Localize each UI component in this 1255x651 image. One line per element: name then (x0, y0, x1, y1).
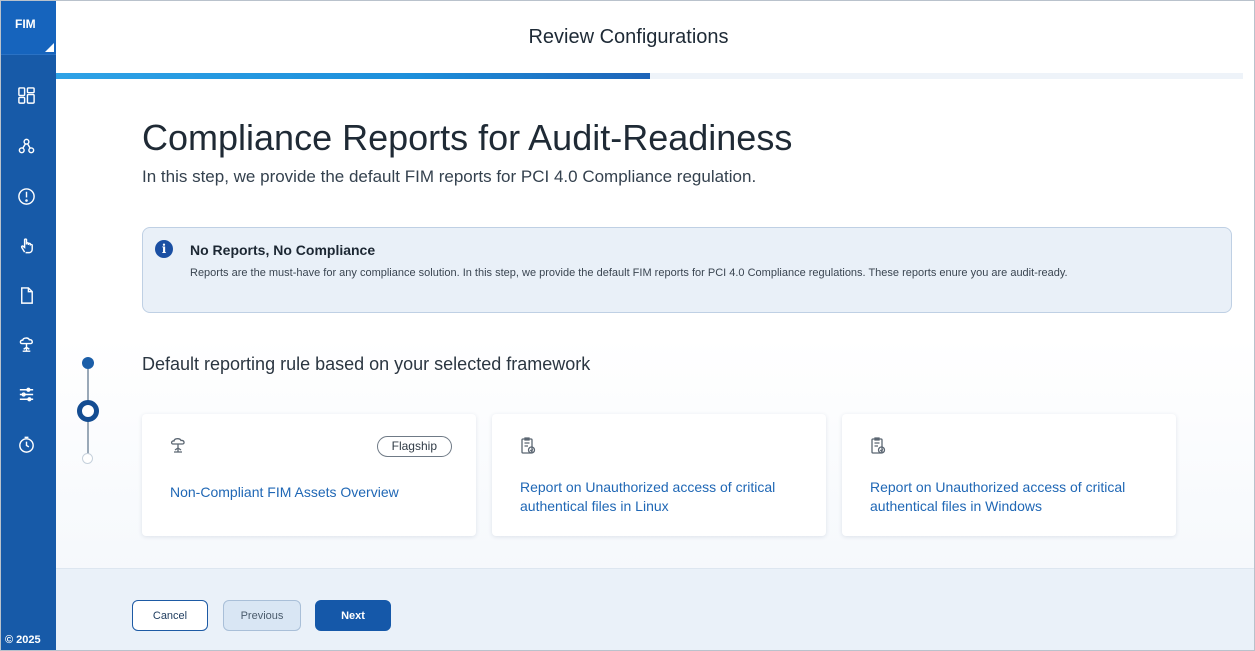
report-card-assets-overview[interactable]: Flagship Non-Compliant FIM Assets Overvi… (142, 414, 476, 536)
app-window: FIM © 2025 Review Configurations Complia… (0, 0, 1255, 651)
brand-logo[interactable]: FIM (1, 1, 56, 55)
touch-icon[interactable] (14, 233, 38, 257)
report-icon (518, 436, 538, 456)
info-banner: i No Reports, No Compliance Reports are … (142, 227, 1232, 313)
info-text: Reports are the must-have for any compli… (190, 267, 1068, 279)
copyright: © 2025 (5, 634, 41, 646)
report-card-linux[interactable]: Report on Unauthorized access of critica… (492, 414, 826, 536)
sliders-icon[interactable] (14, 382, 38, 406)
info-title: No Reports, No Compliance (190, 242, 376, 258)
cloud-tree-icon[interactable] (14, 332, 38, 356)
sidebar: FIM © 2025 (1, 1, 56, 650)
flagship-badge: Flagship (376, 436, 452, 457)
previous-button[interactable]: Previous (223, 600, 301, 631)
brand-label: FIM (15, 17, 36, 31)
clock-icon[interactable] (14, 432, 38, 456)
section-heading: Default reporting rule based on your sel… (142, 354, 591, 374)
network-icon[interactable] (14, 134, 38, 158)
stepper-pending-dot (82, 453, 93, 464)
cancel-button[interactable]: Cancel (132, 600, 208, 631)
stepper-current-step (77, 400, 99, 422)
report-card-title[interactable]: Non-Compliant FIM Assets Overview (170, 483, 460, 502)
main-content: Compliance Reports for Audit-Readiness I… (56, 79, 1254, 650)
report-card-title[interactable]: Report on Unauthorized access of critica… (870, 478, 1160, 516)
wizard-footer: Cancel Previous Next (56, 568, 1254, 650)
report-card-title[interactable]: Report on Unauthorized access of critica… (520, 478, 810, 516)
next-button[interactable]: Next (315, 600, 391, 631)
page-subtitle: In this step, we provide the default FIM… (142, 167, 757, 186)
dashboard-icon[interactable] (14, 83, 38, 107)
report-icon (868, 436, 888, 456)
page-title: Compliance Reports for Audit-Readiness (142, 117, 793, 158)
stepper-completed-dot (82, 357, 94, 369)
asset-icon (168, 436, 188, 456)
brand-corner-icon (45, 43, 54, 52)
report-card-windows[interactable]: Report on Unauthorized access of critica… (842, 414, 1176, 536)
info-icon: i (155, 240, 173, 258)
alert-icon[interactable] (14, 184, 38, 208)
document-icon[interactable] (14, 283, 38, 307)
page-header-title: Review Configurations (528, 26, 729, 48)
header: Review Configurations (56, 1, 1254, 73)
